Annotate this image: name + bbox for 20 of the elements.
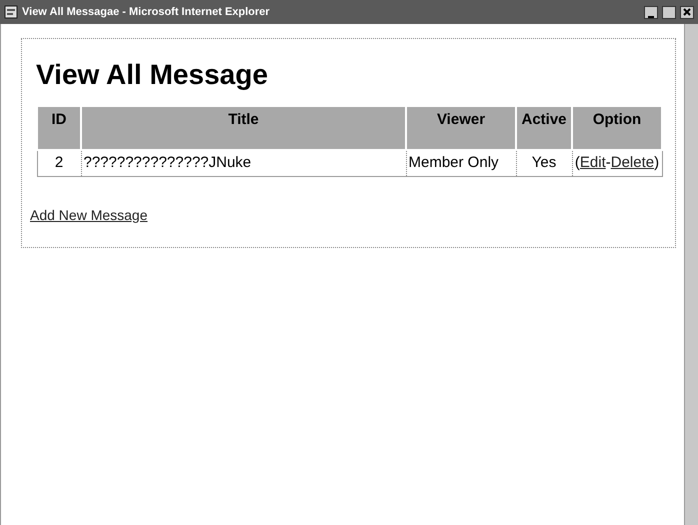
punctuation: ) (654, 154, 660, 171)
column-header: Viewer (406, 106, 516, 150)
column-header: ID (37, 106, 81, 150)
column-header: Active (516, 106, 572, 150)
column-header: Option (572, 106, 662, 150)
column-header: Title (81, 106, 406, 150)
punctuation: - (606, 154, 611, 171)
add-new-message-link[interactable]: Add New Message (30, 204, 148, 226)
maximize-button[interactable] (662, 6, 676, 18)
browser-page-icon (4, 5, 18, 19)
minimize-icon (648, 16, 654, 18)
minimize-button[interactable] (644, 6, 658, 18)
window-title: View All Messagae - Microsoft Internet Explorer (22, 4, 270, 20)
table-cell: ???????????????JNuke (81, 150, 406, 176)
option-link[interactable]: Edit (580, 154, 606, 171)
option-link[interactable]: Delete (610, 154, 654, 171)
punctuation: ( (574, 154, 580, 171)
page-heading: View All Message (36, 61, 269, 89)
close-button[interactable] (680, 6, 694, 18)
close-icon (683, 8, 691, 16)
